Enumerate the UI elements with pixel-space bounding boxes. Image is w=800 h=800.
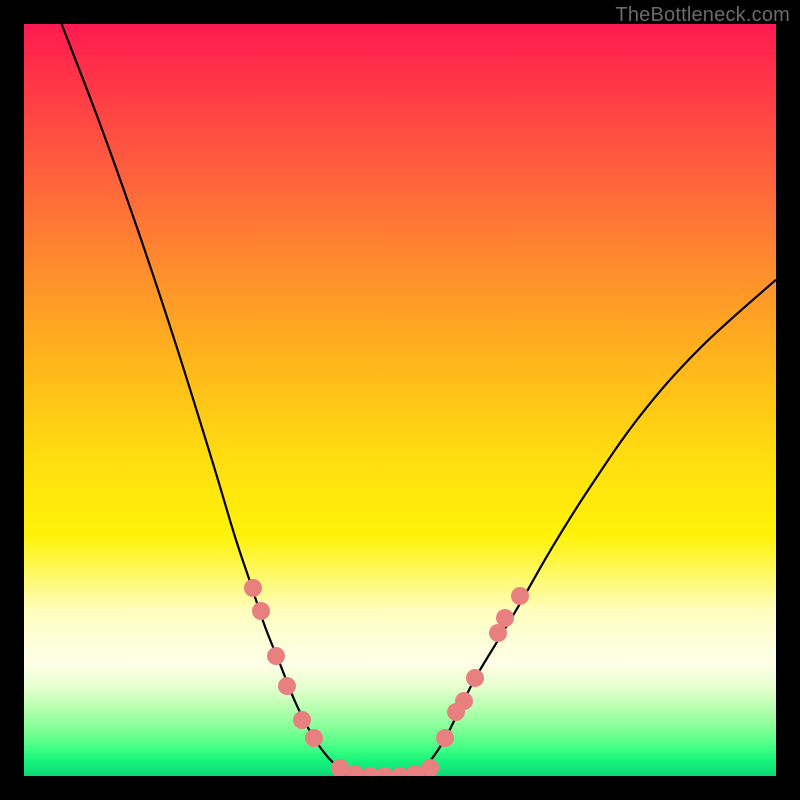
data-marker	[436, 729, 454, 747]
plot-area	[24, 24, 776, 776]
chart-stage: TheBottleneck.com	[0, 0, 800, 800]
data-marker	[305, 729, 323, 747]
curve-markers	[24, 24, 776, 776]
data-marker	[466, 669, 484, 687]
watermark-text: TheBottleneck.com	[615, 4, 790, 27]
data-marker	[267, 647, 285, 665]
data-marker	[278, 677, 296, 695]
data-marker	[421, 759, 439, 776]
data-marker	[496, 609, 514, 627]
data-marker	[455, 692, 473, 710]
data-marker	[511, 587, 529, 605]
data-marker	[293, 711, 311, 729]
data-marker	[252, 602, 270, 620]
data-marker	[244, 579, 262, 597]
